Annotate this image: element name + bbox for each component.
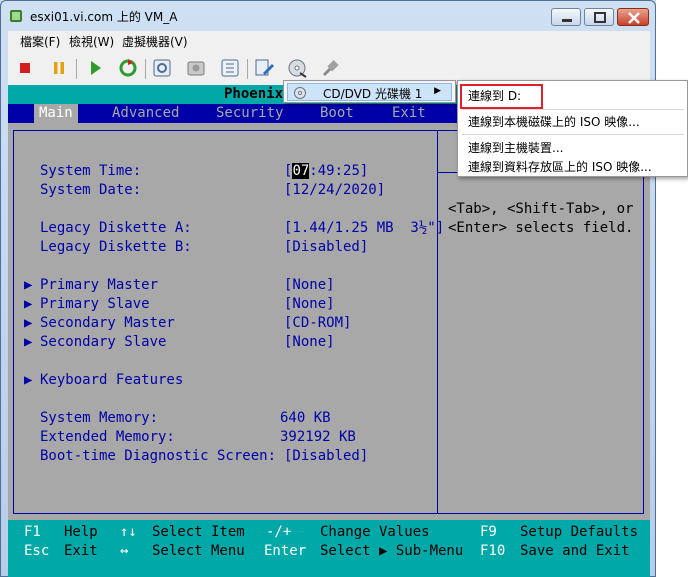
footer-save-exit-text: Save and Exit	[520, 543, 630, 559]
footer-key-updown: ↑↓	[120, 524, 137, 540]
connect-local-iso-item[interactable]: 連線到本機磁碟上的 ISO 映像...	[468, 113, 640, 130]
edit-settings-icon[interactable]	[253, 57, 275, 79]
diskette-a-label: Legacy Diskette A:	[40, 220, 192, 236]
toolbar-separator	[247, 59, 248, 79]
cd-dvd-label: CD/DVD 光碟機 1	[323, 87, 423, 101]
snapshot-icon[interactable]	[151, 57, 173, 79]
revert-snapshot-icon[interactable]	[185, 57, 207, 79]
footer-key-esc: Esc	[24, 543, 50, 559]
submenu-arrow-icon: ▶	[24, 334, 33, 350]
system-time-rest: :49:25]	[309, 163, 369, 179]
primary-master-value: [None]	[284, 277, 335, 293]
title-bar[interactable]: esxi01.vi.com 上的 VM_A	[1, 1, 657, 31]
tab-main-label: Main	[39, 105, 73, 121]
system-date-value[interactable]: [12/24/2020]	[284, 182, 385, 198]
footer-key-f9: F9	[480, 524, 497, 540]
submenu-arrow-icon: ▶	[24, 277, 33, 293]
extended-memory-value: 392192 KB	[280, 429, 356, 445]
tab-exit[interactable]: Exit	[392, 105, 426, 121]
panel-divider	[437, 130, 438, 514]
menu-view[interactable]: 檢視(W)	[69, 33, 114, 50]
power-on-icon[interactable]	[84, 57, 106, 79]
help-text-line1: <Tab>, <Shift-Tab>, or	[448, 201, 634, 217]
submenu-arrow-icon: ▶	[24, 315, 33, 331]
toolbar-separator	[145, 59, 146, 79]
tab-main[interactable]: Main	[34, 104, 78, 123]
boot-diagnostic-value[interactable]: [Disabled]	[284, 448, 368, 464]
maximize-icon	[594, 12, 606, 23]
diskette-a-value[interactable]: [1.44/1.25 MB 3½"]	[284, 220, 444, 236]
footer-key-minus-plus: -/+	[266, 524, 292, 540]
menu-separator	[462, 134, 684, 135]
extended-memory-label: Extended Memory:	[40, 429, 175, 445]
tab-security[interactable]: Security	[216, 105, 283, 121]
diskette-b-label: Legacy Diskette B:	[40, 239, 192, 255]
maximize-button[interactable]	[584, 8, 614, 26]
cd-dvd-submenu: 連線到 D: 連線到本機磁碟上的 ISO 映像... 連線到主機裝置... 連線…	[457, 80, 688, 177]
submenu-arrow-icon: ▶	[434, 86, 441, 96]
toolbar-separator	[76, 59, 77, 79]
secondary-slave-label[interactable]: Secondary Slave	[40, 334, 166, 350]
menu-file[interactable]: 檔案(F)	[20, 33, 60, 50]
window-title: esxi01.vi.com 上的 VM_A	[30, 10, 178, 24]
system-time-cursor[interactable]: 07	[292, 163, 310, 179]
minimize-icon	[562, 19, 572, 22]
cd-dvd-menu-item[interactable]: CD/DVD 光碟機 1 ▶	[287, 83, 452, 101]
tab-advanced[interactable]: Advanced	[112, 105, 179, 121]
help-text-line2: <Enter> selects field.	[448, 220, 634, 236]
connect-to-d-item[interactable]: 連線到 D:	[468, 87, 521, 104]
minimize-button[interactable]	[551, 8, 581, 26]
footer-submenu-text: Select ▶ Sub-Menu	[320, 543, 464, 559]
close-icon	[628, 12, 640, 24]
submenu-arrow-icon: ▶	[24, 372, 33, 388]
system-memory-label: System Memory:	[40, 410, 159, 426]
keyboard-features-label[interactable]: Keyboard Features	[40, 372, 183, 388]
footer-select-item-text: Select Item	[152, 524, 245, 540]
suspend-icon[interactable]	[48, 57, 70, 79]
system-time-value[interactable]: [07:49:25]	[284, 163, 368, 179]
primary-slave-label[interactable]: Primary Slave	[40, 296, 150, 312]
menu-vm[interactable]: 虛擬機器(V)	[122, 33, 188, 50]
system-time-label: System Time:	[40, 163, 142, 179]
vm-icon	[10, 10, 22, 22]
diskette-b-value[interactable]: [Disabled]	[284, 239, 368, 255]
secondary-master-value: [CD-ROM]	[284, 315, 352, 331]
bios-title: PhoenixI	[224, 86, 292, 102]
footer-key-f10: F10	[480, 543, 506, 559]
cd-dvd-icon[interactable]	[286, 57, 308, 79]
footer-help-text: Help	[64, 524, 98, 540]
submenu-arrow-icon: ▶	[24, 296, 33, 312]
footer-change-values-text: Change Values	[320, 524, 430, 540]
connect-device-icon[interactable]	[319, 57, 341, 79]
tab-boot[interactable]: Boot	[320, 105, 354, 121]
power-off-icon[interactable]	[14, 57, 36, 79]
snapshot-manager-icon[interactable]	[219, 57, 241, 79]
boot-diagnostic-label: Boot-time Diagnostic Screen:	[40, 448, 277, 464]
close-button[interactable]	[617, 8, 649, 26]
system-memory-value: 640 KB	[280, 410, 331, 426]
menu-separator	[462, 109, 684, 110]
device-menu: CD/DVD 光碟機 1 ▶	[283, 80, 456, 103]
footer-key-leftright: ↔	[120, 543, 129, 559]
cd-icon	[294, 87, 306, 99]
menu-bar: 檔案(F) 檢視(W) 虛擬機器(V)	[8, 31, 650, 51]
secondary-master-label[interactable]: Secondary Master	[40, 315, 175, 331]
connect-datastore-iso-item[interactable]: 連線到資料存放區上的 ISO 映像...	[468, 158, 652, 175]
secondary-slave-value: [None]	[284, 334, 335, 350]
primary-master-label[interactable]: Primary Master	[40, 277, 158, 293]
footer-exit-text: Exit	[64, 543, 98, 559]
system-date-label: System Date:	[40, 182, 142, 198]
toolbar	[8, 53, 650, 83]
connect-host-device-item[interactable]: 連線到主機裝置...	[468, 139, 563, 156]
bios-footer: F1 Help ↑↓ Select Item -/+ Change Values…	[8, 520, 650, 577]
footer-key-enter: Enter	[264, 543, 307, 559]
primary-slave-value: [None]	[284, 296, 335, 312]
reset-icon[interactable]	[117, 57, 139, 79]
footer-key-f1: F1	[24, 524, 41, 540]
footer-setup-defaults-text: Setup Defaults	[520, 524, 639, 540]
footer-select-menu-text: Select Menu	[152, 543, 245, 559]
